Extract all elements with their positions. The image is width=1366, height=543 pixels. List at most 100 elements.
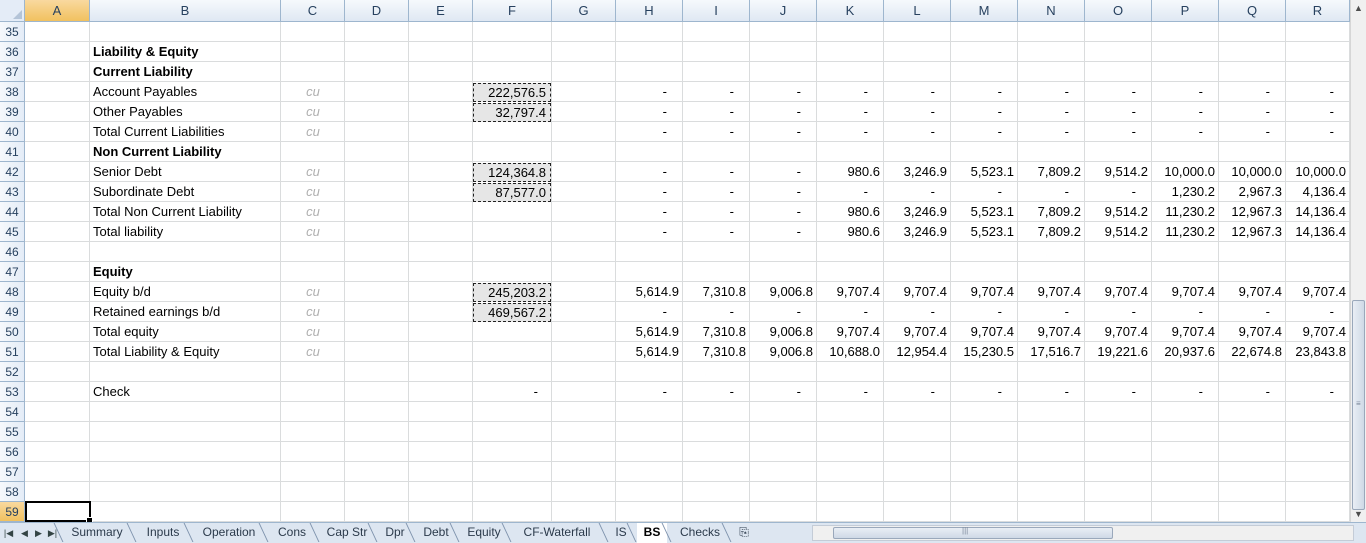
row-header-53[interactable]: 53 [0, 382, 25, 402]
value-cell[interactable]: - [1286, 82, 1350, 102]
value-cell[interactable]: 11,230.2 [1152, 202, 1219, 222]
value-cell[interactable]: - [683, 102, 750, 122]
row-header-40[interactable]: 40 [0, 122, 25, 142]
value-cell[interactable]: - [1152, 82, 1219, 102]
input-cell[interactable]: 222,576.5 [473, 83, 551, 102]
value-cell[interactable]: 10,000.0 [1219, 162, 1286, 182]
value-cell[interactable]: - [683, 302, 750, 322]
value-cell[interactable]: - [750, 382, 817, 402]
input-cell[interactable]: 87,577.0 [473, 183, 551, 202]
value-cell[interactable]: 12,967.3 [1219, 202, 1286, 222]
value-cell[interactable]: 7,809.2 [1018, 202, 1085, 222]
sheet-tab-operation[interactable]: Operation [194, 523, 264, 542]
value-cell[interactable]: - [616, 162, 683, 182]
value-cell[interactable]: 9,707.4 [1219, 282, 1286, 302]
value-cell[interactable]: 9,006.8 [750, 342, 817, 362]
value-cell[interactable]: - [750, 222, 817, 242]
row-header-41[interactable]: 41 [0, 142, 25, 162]
unit-cell[interactable]: cu [281, 302, 345, 322]
value-cell[interactable]: - [616, 222, 683, 242]
value-cell[interactable]: - [1152, 122, 1219, 142]
unit-cell[interactable]: cu [281, 162, 345, 182]
value-cell[interactable]: 9,006.8 [750, 322, 817, 342]
value-cell[interactable]: - [750, 202, 817, 222]
value-cell[interactable]: 7,310.8 [683, 282, 750, 302]
value-cell[interactable]: - [616, 102, 683, 122]
row-header-44[interactable]: 44 [0, 202, 25, 222]
column-header-k[interactable]: K [817, 0, 884, 22]
row-header-59[interactable]: 59 [0, 502, 25, 522]
row-header-42[interactable]: 42 [0, 162, 25, 182]
value-cell[interactable]: - [951, 302, 1018, 322]
value-cell[interactable]: - [817, 302, 884, 322]
value-cell[interactable]: - [750, 122, 817, 142]
row-label[interactable]: Total Liability & Equity [90, 342, 281, 362]
value-cell[interactable]: 5,614.9 [616, 322, 683, 342]
value-cell[interactable]: - [683, 162, 750, 182]
value-cell[interactable]: 9,514.2 [1085, 202, 1152, 222]
value-cell[interactable]: - [884, 182, 951, 202]
value-cell[interactable]: - [1219, 302, 1286, 322]
column-header-g[interactable]: G [552, 0, 616, 22]
value-cell[interactable]: 9,514.2 [1085, 162, 1152, 182]
value-cell[interactable]: - [951, 122, 1018, 142]
value-cell[interactable]: 10,688.0 [817, 342, 884, 362]
value-cell[interactable]: 9,707.4 [884, 282, 951, 302]
value-cell[interactable]: 7,310.8 [683, 342, 750, 362]
value-cell[interactable]: 11,230.2 [1152, 222, 1219, 242]
input-cell[interactable]: 124,364.8 [473, 163, 551, 182]
value-cell[interactable]: - [1152, 382, 1219, 402]
value-cell[interactable]: 7,809.2 [1018, 222, 1085, 242]
row-label[interactable]: Liability & Equity [90, 42, 281, 62]
value-cell[interactable]: 9,514.2 [1085, 222, 1152, 242]
select-all-corner[interactable] [0, 0, 25, 22]
column-header-q[interactable]: Q [1219, 0, 1286, 22]
value-cell[interactable]: - [884, 102, 951, 122]
row-header-54[interactable]: 54 [0, 402, 25, 422]
value-cell[interactable]: 10,000.0 [1286, 162, 1350, 182]
scroll-down-arrow-icon[interactable]: ▼ [1351, 506, 1366, 522]
value-cell[interactable]: 9,707.4 [1219, 322, 1286, 342]
sheet-tab-inputs[interactable]: Inputs [137, 523, 189, 542]
row-header-58[interactable]: 58 [0, 482, 25, 502]
value-cell[interactable]: 980.6 [817, 162, 884, 182]
column-header-d[interactable]: D [345, 0, 409, 22]
row-label[interactable]: Retained earnings b/d [90, 302, 281, 322]
value-cell[interactable]: 3,246.9 [884, 202, 951, 222]
value-cell[interactable]: - [683, 182, 750, 202]
value-cell[interactable]: - [1219, 382, 1286, 402]
value-cell[interactable]: - [1018, 102, 1085, 122]
value-cell[interactable]: - [616, 182, 683, 202]
horizontal-scroll-thumb[interactable]: ||| [833, 526, 1113, 539]
row-header-49[interactable]: 49 [0, 302, 25, 322]
value-cell[interactable]: 5,523.1 [951, 162, 1018, 182]
value-cell[interactable]: 9,707.4 [1286, 282, 1350, 302]
column-header-b[interactable]: B [90, 0, 281, 22]
value-cell[interactable]: 9,707.4 [951, 282, 1018, 302]
value-cell[interactable]: - [1085, 302, 1152, 322]
value-cell[interactable]: - [750, 102, 817, 122]
column-header-m[interactable]: M [951, 0, 1018, 22]
row-label[interactable]: Total liability [90, 222, 281, 242]
value-cell[interactable]: - [1286, 122, 1350, 142]
value-cell[interactable]: 3,246.9 [884, 162, 951, 182]
unit-cell[interactable]: cu [281, 282, 345, 302]
value-cell[interactable]: 14,136.4 [1286, 202, 1350, 222]
row-header-51[interactable]: 51 [0, 342, 25, 362]
row-header-50[interactable]: 50 [0, 322, 25, 342]
row-header-56[interactable]: 56 [0, 442, 25, 462]
row-header-43[interactable]: 43 [0, 182, 25, 202]
value-cell[interactable]: 9,707.4 [1085, 282, 1152, 302]
value-cell[interactable]: 5,614.9 [616, 282, 683, 302]
row-header-36[interactable]: 36 [0, 42, 25, 62]
value-cell[interactable]: 3,246.9 [884, 222, 951, 242]
column-header-j[interactable]: J [750, 0, 817, 22]
value-cell[interactable]: - [1286, 302, 1350, 322]
column-header-p[interactable]: P [1152, 0, 1219, 22]
next-sheet-icon[interactable]: ▶ [32, 526, 45, 540]
column-header-i[interactable]: I [683, 0, 750, 22]
value-cell[interactable]: 9,707.4 [1085, 322, 1152, 342]
prev-sheet-icon[interactable]: ◀ [18, 526, 31, 540]
row-header-37[interactable]: 37 [0, 62, 25, 82]
value-cell[interactable]: - [1219, 82, 1286, 102]
